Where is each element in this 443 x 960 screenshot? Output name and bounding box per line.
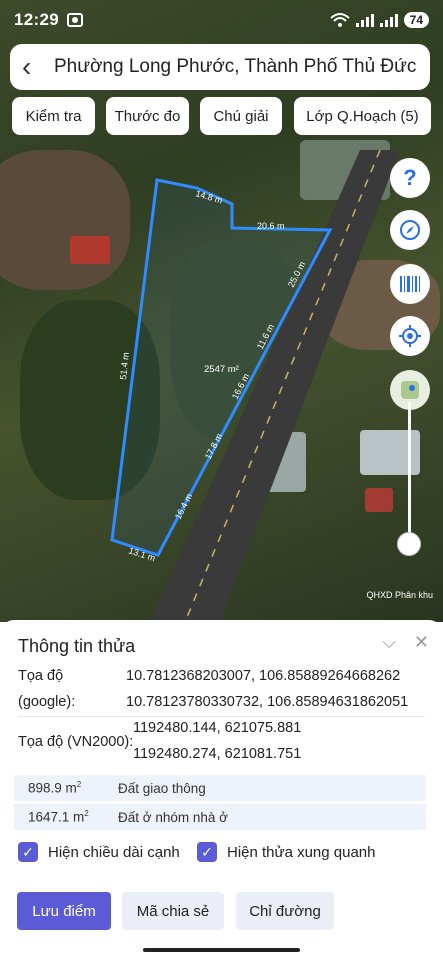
land-use-row: 1647.1 m2 Đất ở nhóm nhà ở (14, 804, 426, 830)
sheet-title: Thông tin thửa (18, 636, 136, 656)
sheet-controls: ⌵ ✕ (382, 632, 429, 653)
compass-icon[interactable] (390, 210, 430, 250)
google-coords-label: Tọa độ (18, 668, 64, 684)
opacity-slider-track[interactable] (408, 402, 411, 542)
wifi-icon (329, 13, 350, 27)
land-use-area: 1647.1 m2 (28, 809, 89, 825)
parcel-overlay: 14.8 m 20.6 m 25.0 m 11.6 m 16.6 m 17.8 … (110, 149, 400, 622)
map-layer-label: QHXD Phân khu (366, 590, 433, 600)
screen-record-icon (66, 13, 83, 27)
planning-layers-button[interactable]: Lớp Q.Hoạch (5) (294, 97, 431, 135)
status-time: 12:29 (14, 10, 59, 29)
map-toolbar: Kiểm tra Thước đo Chú giải Lớp Q.Hoạch (… (0, 97, 443, 135)
vn2000-coords-label: Tọa độ (VN2000): (18, 734, 134, 750)
show-nearby-parcels-checkbox[interactable]: ✓ Hiện thửa xung quanh (197, 842, 375, 862)
measure-button[interactable]: Thước đo (106, 97, 189, 135)
checkbox-label: Hiện chiều dài cạnh (48, 843, 180, 861)
page-title: Phường Long Phước, Thành Phố Thủ Đức (54, 56, 417, 77)
chevron-down-icon[interactable]: ⌵ (382, 632, 396, 653)
battery-indicator: 74 (403, 12, 429, 28)
parcel-info-sheet: Thông tin thửa ⌵ ✕ Tọa độ (google): 10.7… (0, 620, 443, 960)
google-coord-value: 10.78123780330732, 106.85894631862051 (126, 694, 409, 710)
opacity-slider-handle[interactable] (397, 532, 421, 556)
land-use-area: 898.9 m2 (28, 780, 82, 796)
google-coord-value: 10.7812368203007, 106.85889264668262 (126, 668, 401, 684)
checkbox-checked-icon: ✓ (197, 842, 217, 862)
vn2000-coord-value: 1192480.274, 621081.751 (133, 746, 302, 762)
status-bar: 12:29 74 (0, 0, 443, 40)
help-icon[interactable]: ? (390, 158, 430, 198)
land-use-type: Đất ở nhóm nhà ở (118, 809, 229, 825)
back-arrow-icon[interactable]: ‹ (22, 53, 46, 81)
checkbox-checked-icon: ✓ (18, 842, 38, 862)
directions-button[interactable]: Chỉ đường (236, 892, 334, 930)
divider (18, 716, 425, 717)
google-coords-label: (google): (18, 694, 76, 710)
edge-label: 51.4 m (118, 352, 131, 380)
header-bar: ‹ Phường Long Phước, Thành Phố Thủ Đức (10, 44, 430, 90)
satellite-map[interactable]: 14.8 m 20.6 m 25.0 m 11.6 m 16.6 m 17.8 … (0, 0, 443, 622)
save-point-button[interactable]: Lưu điểm (17, 892, 111, 930)
share-code-button[interactable]: Mã chia sẻ (122, 892, 224, 930)
land-use-type: Đất giao thông (118, 780, 206, 796)
barcode-icon[interactable] (390, 264, 430, 304)
vn2000-coord-value: 1192480.144, 621075.881 (133, 720, 302, 736)
signal-icon (355, 13, 374, 27)
legend-button[interactable]: Chú giải (200, 97, 282, 135)
parcel-area-label: 2547 m² (204, 364, 239, 375)
home-indicator[interactable] (143, 948, 300, 952)
show-edge-lengths-checkbox[interactable]: ✓ Hiện chiều dài cạnh (18, 842, 180, 862)
edge-label: 20.6 m (257, 221, 285, 231)
close-icon[interactable]: ✕ (414, 632, 429, 653)
locate-icon[interactable] (390, 316, 430, 356)
checkbox-label: Hiện thửa xung quanh (227, 843, 376, 861)
signal-icon (379, 13, 398, 27)
check-button[interactable]: Kiểm tra (12, 97, 95, 135)
land-use-row: 898.9 m2 Đất giao thông (14, 775, 426, 801)
